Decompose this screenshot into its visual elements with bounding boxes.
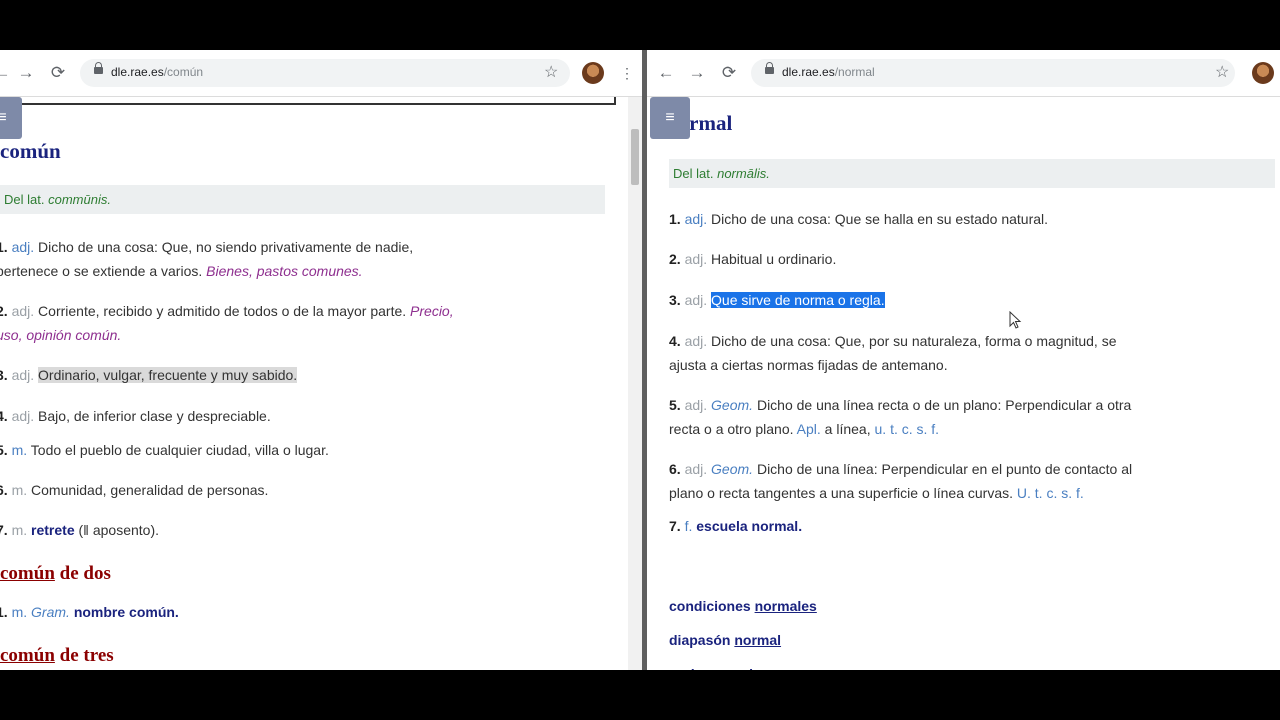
definition-7: 7. f. escuela normal. (669, 518, 803, 534)
hamburger-menu-icon[interactable]: ≡ (650, 97, 690, 139)
definition-4: 4. adj. Dicho de una cosa: Que, por su n… (669, 333, 1117, 373)
definition-2: 2. adj. Habitual u ordinario. (669, 251, 837, 267)
subentry-link[interactable]: común (0, 645, 55, 666)
back-icon[interactable]: ← (0, 63, 12, 83)
lock-icon (765, 62, 774, 74)
frame-line (0, 97, 616, 105)
reload-icon[interactable]: ⟳ (719, 63, 739, 83)
address-bar[interactable]: dle.rae.es/común ☆ (80, 59, 570, 87)
definition-1: 1. adj. Dicho de una cosa: Que, no siend… (0, 239, 414, 279)
link-nombre-comun[interactable]: nombre común. (74, 604, 179, 620)
right-browser-window: ← → ⟳ dle.rae.es/normal ☆ normal ≡ Del l… (647, 50, 1280, 670)
browser-toolbar: ← → ⟳ dle.rae.es/normal ☆ (647, 50, 1280, 97)
phrase-diapason-normal[interactable]: diapasón normal (669, 632, 781, 648)
definition-4: 4. adj. Bajo, de inferior clase y despre… (0, 408, 271, 424)
back-icon[interactable]: ← (656, 63, 676, 83)
forward-icon[interactable]: → (687, 63, 707, 83)
etymology: Del lat. normālis. (669, 159, 1275, 188)
page-content: normal ≡ Del lat. normālis. 1. adj. Dich… (647, 97, 1280, 670)
lock-icon (94, 62, 103, 74)
menu-kebab-icon[interactable]: ⋮ (620, 62, 634, 84)
highlighted-text: Ordinario, vulgar, frecuente y muy sabid… (38, 367, 298, 383)
subentry-comun-de-tres: común de tres (0, 645, 114, 666)
link-retrete[interactable]: retrete (31, 522, 75, 538)
avatar[interactable] (582, 62, 604, 84)
reload-icon[interactable]: ⟳ (48, 63, 68, 83)
definition-7: 7. m. retrete (‖ aposento). (0, 522, 160, 538)
subentry-definition-1: 1. m. Gram. nombre común. (0, 604, 179, 620)
page-title: común (0, 139, 61, 163)
subentry-comun-de-dos: común de dos (0, 563, 111, 584)
definition-3: 3. adj. Que sirve de norma o regla. (669, 292, 885, 308)
definition-6: 6. adj. Geom. Dicho de una línea: Perpen… (669, 461, 1133, 501)
etymology: Del lat. commūnis. (0, 185, 605, 214)
definition-3: 3. adj. Ordinario, vulgar, frecuente y m… (0, 367, 298, 383)
link-escuela-normal[interactable]: escuela normal. (696, 518, 802, 534)
bookmark-star-icon[interactable]: ☆ (544, 62, 558, 82)
url-text: dle.rae.es/normal (782, 65, 875, 79)
definition-5: 5. adj. Geom. Dicho de una línea recta o… (669, 397, 1132, 437)
url-text: dle.rae.es/común (111, 65, 204, 79)
forward-icon[interactable]: → (16, 63, 36, 83)
definition-5: 5. m. Todo el pueblo de cualquier ciudad… (0, 442, 329, 458)
hamburger-menu-icon[interactable]: ≡ (0, 97, 22, 139)
page-content: ≡ común Del lat. commūnis. 1. adj. Dicho… (0, 97, 642, 670)
subentry-link[interactable]: común (0, 563, 55, 584)
scrollbar-thumb[interactable] (631, 129, 639, 185)
phrase-condiciones-normales[interactable]: condiciones normales (669, 598, 817, 614)
avatar[interactable] (1252, 62, 1274, 84)
mouse-cursor-icon (1009, 311, 1022, 329)
definition-1: 1. adj. Dicho de una cosa: Que se halla … (669, 211, 1049, 227)
selected-text[interactable]: Que sirve de norma o regla. (711, 292, 885, 308)
address-bar[interactable]: dle.rae.es/normal ☆ (751, 59, 1235, 87)
scrollbar[interactable] (628, 97, 642, 670)
definition-6: 6. m. Comunidad, generalidad de personas… (0, 482, 269, 498)
left-browser-window: ← → ⟳ dle.rae.es/común ☆ ⋮ ≡ común Del l… (0, 50, 642, 670)
browser-toolbar: ← → ⟳ dle.rae.es/común ☆ ⋮ (0, 50, 642, 97)
definition-2: 2. adj. Corriente, recibido y admitido d… (0, 303, 454, 343)
bookmark-star-icon[interactable]: ☆ (1215, 62, 1229, 82)
phrase-onda-normal[interactable]: onda normal (669, 666, 753, 670)
